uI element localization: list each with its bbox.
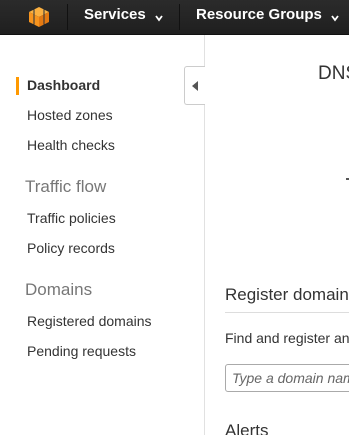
register-domain-description: Find and register an	[225, 330, 349, 346]
active-indicator	[16, 77, 19, 95]
sidebar-item-dashboard[interactable]: Dashboard	[27, 77, 100, 93]
nav-divider	[179, 4, 180, 30]
chevron-down-icon	[154, 10, 164, 22]
top-navigation-bar: Services Resource Groups	[0, 0, 349, 35]
sidebar-header-domains: Domains	[25, 280, 93, 299]
sidebar-item-registered-domains[interactable]: Registered domains	[27, 313, 152, 329]
sidebar-item-traffic-policies[interactable]: Traffic policies	[27, 210, 116, 226]
domain-search-input[interactable]	[225, 364, 349, 392]
sidebar-collapse-button[interactable]	[184, 66, 205, 105]
services-menu-label: Services	[84, 6, 146, 23]
sidebar: Dashboard Hosted zones Health checks Tra…	[0, 35, 205, 435]
sidebar-item-hosted-zones[interactable]: Hosted zones	[27, 107, 113, 123]
aws-cube-icon[interactable]	[28, 6, 50, 28]
collapse-left-icon	[192, 81, 198, 91]
resource-groups-menu[interactable]: Resource Groups	[196, 6, 340, 26]
section-divider	[225, 312, 349, 313]
sidebar-header-traffic-flow: Traffic flow	[25, 177, 107, 196]
main-content: DNS Register domain Find and register an…	[206, 35, 349, 435]
alerts-title: Alerts	[225, 421, 269, 435]
page-title: DNS	[318, 63, 349, 84]
sidebar-item-policy-records[interactable]: Policy records	[27, 240, 115, 256]
register-domain-title: Register domain	[225, 285, 349, 304]
sidebar-item-health-checks[interactable]: Health checks	[27, 137, 115, 153]
sidebar-item-pending-requests[interactable]: Pending requests	[27, 343, 136, 359]
chevron-down-icon	[330, 10, 340, 22]
resource-groups-menu-label: Resource Groups	[196, 6, 322, 23]
nav-divider	[67, 4, 68, 30]
services-menu[interactable]: Services	[84, 6, 164, 26]
